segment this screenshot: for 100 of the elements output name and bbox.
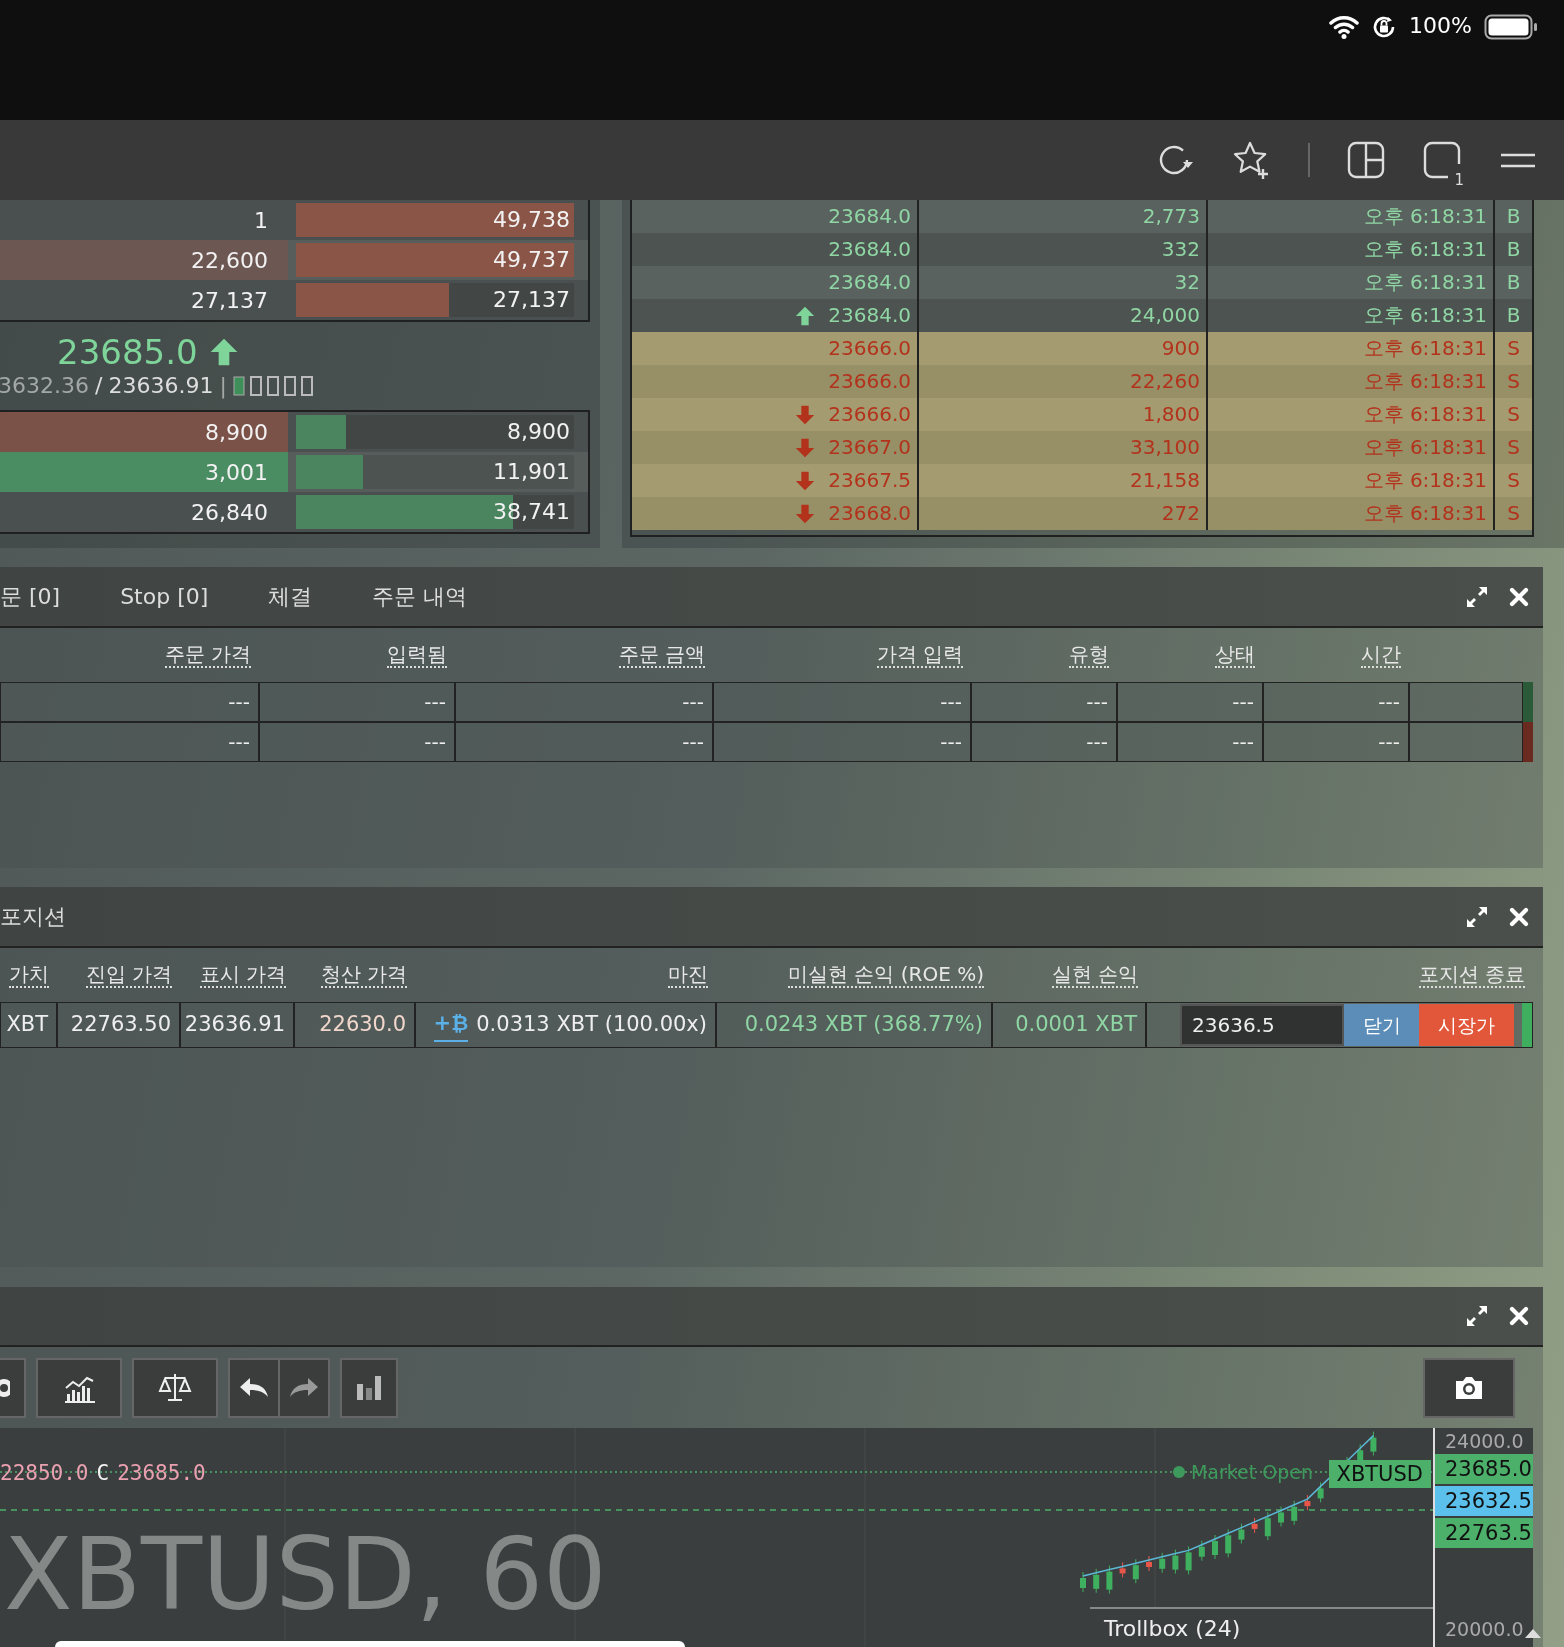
table-cell: --- [971, 722, 1117, 762]
gear-icon [0, 1378, 10, 1397]
trade-size: 2,773 [1142, 203, 1200, 230]
column-header: 미실현 손익 (ROE %) [788, 962, 984, 988]
trade-side: S [1507, 335, 1520, 362]
settings-button[interactable] [0, 1357, 26, 1418]
close-icon[interactable] [1509, 1306, 1529, 1326]
expand-icon[interactable] [1465, 584, 1489, 609]
candle [1370, 1431, 1377, 1457]
trade-time: 오후 6:18:31 [1363, 302, 1487, 329]
price-tag: 22763.5 [1435, 1518, 1533, 1548]
redo-button[interactable] [278, 1357, 330, 1418]
legend-text: 22850.0 [0, 1460, 89, 1487]
column-header: 포지션 종료 [1418, 962, 1525, 988]
battery-icon [1484, 14, 1538, 40]
candle [1251, 1517, 1258, 1534]
trade-price: 23667.0 [828, 434, 911, 461]
split-view-icon[interactable] [1346, 140, 1386, 180]
candle [1080, 1571, 1086, 1593]
table-cell: --- [259, 682, 455, 722]
column-header: 마진 [668, 962, 708, 988]
caret-up-icon[interactable] [1524, 1627, 1542, 1639]
table-cell: --- [455, 722, 713, 762]
candle [1132, 1558, 1139, 1584]
indicators-button[interactable] [36, 1357, 122, 1418]
trade-size: 32 [1174, 269, 1200, 296]
margin-value: 0.0313 XBT (100.00x) [476, 1011, 707, 1039]
axis-label: 24000.0 [1444, 1430, 1524, 1452]
battery-percent: 100% [1409, 12, 1472, 40]
tab[interactable]: 주문 내역 [372, 580, 468, 613]
cumulative-total: 27,137 [493, 286, 570, 314]
trade-price: 23684.0 [828, 203, 911, 230]
trade-side: S [1507, 401, 1520, 428]
table-cell: 0.0243 XBT (368.77%) [716, 1002, 992, 1048]
trade-time: 오후 6:18:31 [1363, 401, 1487, 428]
trade-price: 23667.5 [828, 467, 911, 494]
expand-icon[interactable] [1465, 1304, 1489, 1328]
table-cell: 22763.50 [57, 1002, 180, 1048]
trade-size: 33,100 [1130, 434, 1200, 461]
order-size: 3,001 [0, 452, 288, 492]
table-cell: --- [713, 682, 971, 722]
trade-time: 오후 6:18:31 [1363, 203, 1487, 230]
symbol-tag: XBTUSD [1328, 1460, 1431, 1488]
close-icon[interactable] [1509, 906, 1529, 927]
cumulative-total: 38,741 [493, 498, 570, 526]
tab[interactable]: 체결 [268, 580, 313, 613]
trade-size: 272 [1161, 500, 1200, 527]
screenshot-button[interactable] [1423, 1357, 1515, 1418]
candle [1159, 1552, 1166, 1574]
column-header: 상태 [1215, 642, 1255, 668]
trade-size: 1,800 [1142, 401, 1200, 428]
wifi-icon [1329, 14, 1360, 40]
trade-price: 23666.0 [828, 401, 911, 428]
tab[interactable]: 문 [0] [0, 580, 61, 613]
candle [1278, 1506, 1284, 1527]
trade-time: 오후 6:18:31 [1363, 236, 1487, 263]
table-cell: --- [1117, 722, 1263, 762]
trade-side: S [1507, 467, 1520, 494]
trade-side: B [1506, 203, 1521, 230]
candle [1172, 1549, 1179, 1575]
trade-price: 23666.0 [828, 368, 911, 395]
trade-size: 332 [1161, 236, 1200, 263]
market-status: Market Open [1190, 1460, 1313, 1485]
price-input[interactable]: 23636.5 [1180, 1004, 1344, 1046]
column-header: 진입 가격 [85, 962, 172, 988]
table-cell: 23636.91 [180, 1002, 294, 1048]
table-cell: --- [0, 682, 259, 722]
market-button[interactable]: 시장가 [1419, 1004, 1514, 1046]
column-header: 주문 금액 [618, 642, 705, 668]
close-button[interactable]: 닫기 [1344, 1004, 1419, 1046]
column-header: 주문 가격 [164, 642, 251, 668]
mark-price: 23636.91 [108, 375, 214, 397]
expand-icon[interactable] [1465, 904, 1489, 929]
tab[interactable]: Stop [0] [120, 580, 209, 613]
table-cell: --- [0, 722, 259, 762]
axis-label: 20000.0 [1444, 1616, 1524, 1642]
column-header: 가격 입력 [876, 642, 963, 668]
column-header: 유형 [1069, 642, 1109, 668]
order-size: 8,900 [0, 412, 288, 452]
index-price: 3632.36 [0, 375, 89, 397]
bar-style-button[interactable] [340, 1357, 398, 1418]
order-size: 22,600 [0, 240, 288, 280]
status-dot [1172, 1466, 1185, 1479]
compare-button[interactable] [132, 1357, 218, 1418]
trade-side: S [1507, 368, 1520, 395]
trade-side: S [1507, 500, 1520, 527]
price-tag: 23632.5 [1435, 1486, 1533, 1516]
table-cell: --- [971, 682, 1117, 722]
undo-button[interactable] [228, 1357, 280, 1418]
close-icon[interactable] [1509, 586, 1529, 607]
trade-time: 오후 6:18:31 [1363, 434, 1487, 461]
cumulative-total: 8,900 [507, 418, 570, 446]
trade-side: B [1506, 269, 1521, 296]
trade-time: 오후 6:18:31 [1363, 335, 1487, 362]
trade-size: 21,158 [1130, 467, 1200, 494]
trade-price: 23684.0 [828, 236, 911, 263]
candle [1304, 1494, 1311, 1511]
price-divider: | [219, 375, 227, 397]
trade-size: 22,260 [1130, 368, 1200, 395]
column-header: 가치 [9, 962, 49, 988]
